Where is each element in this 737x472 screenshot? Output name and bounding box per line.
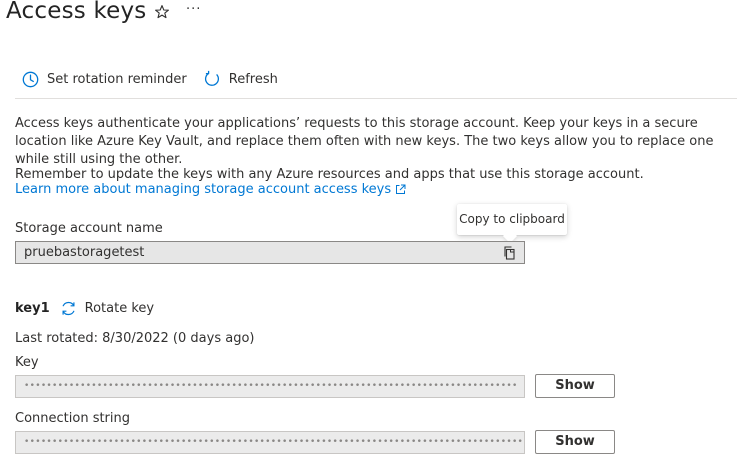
key1-value-field[interactable]: ••••••••••••••••••••••••••••••••••••••••… <box>15 375 525 398</box>
show-connection-string-button[interactable]: Show <box>535 430 615 454</box>
set-rotation-reminder-button[interactable]: Set rotation reminder <box>22 71 187 88</box>
learn-more-link[interactable]: Learn more about managing storage accoun… <box>15 182 406 197</box>
copy-tooltip: Copy to clipboard <box>457 204 567 235</box>
rotate-icon <box>62 301 75 316</box>
storage-account-name-value: pruebastoragetest <box>24 245 145 260</box>
key1-masked-value: ••••••••••••••••••••••••••••••••••••••••… <box>24 381 518 391</box>
clock-icon <box>22 71 39 87</box>
toolbar-divider <box>15 98 737 99</box>
rotate-key-button[interactable]: Rotate key <box>60 300 154 317</box>
refresh-icon <box>204 70 219 86</box>
copy-icon[interactable] <box>503 246 516 260</box>
page-title: Access keys <box>6 0 147 24</box>
title-row: Access keys <box>6 0 147 24</box>
key1-header: key1 Rotate key <box>15 300 154 317</box>
last-rotated-text: Last rotated: 8/30/2022 (0 days ago) <box>15 331 255 346</box>
show-key-button[interactable]: Show <box>535 374 615 398</box>
refresh-button[interactable]: Refresh <box>203 70 278 88</box>
external-link-icon <box>396 184 406 194</box>
access-keys-description: Access keys authenticate your applicatio… <box>15 116 714 167</box>
more-icon[interactable]: ··· <box>186 2 201 17</box>
star-icon[interactable] <box>154 4 170 20</box>
key1-title: key1 <box>15 301 50 316</box>
command-bar: Set rotation reminder Refresh <box>22 70 278 88</box>
key-label: Key <box>15 355 39 370</box>
storage-account-name-field[interactable]: pruebastoragetest <box>15 241 525 264</box>
rotate-key-label: Rotate key <box>84 301 155 316</box>
learn-more-link-text: Learn more about managing storage accoun… <box>15 182 392 197</box>
storage-account-name-label: Storage account name <box>15 221 163 236</box>
connection-string-field[interactable]: ••••••••••••••••••••••••••••••••••••••••… <box>15 431 525 454</box>
access-keys-page: Access keys ··· Set rotation reminder Re… <box>0 0 737 472</box>
refresh-label: Refresh <box>228 71 278 87</box>
connection-string-label: Connection string <box>15 411 131 426</box>
set-rotation-reminder-label: Set rotation reminder <box>47 71 187 87</box>
connection-string-masked-value: ••••••••••••••••••••••••••••••••••••••••… <box>24 437 524 447</box>
